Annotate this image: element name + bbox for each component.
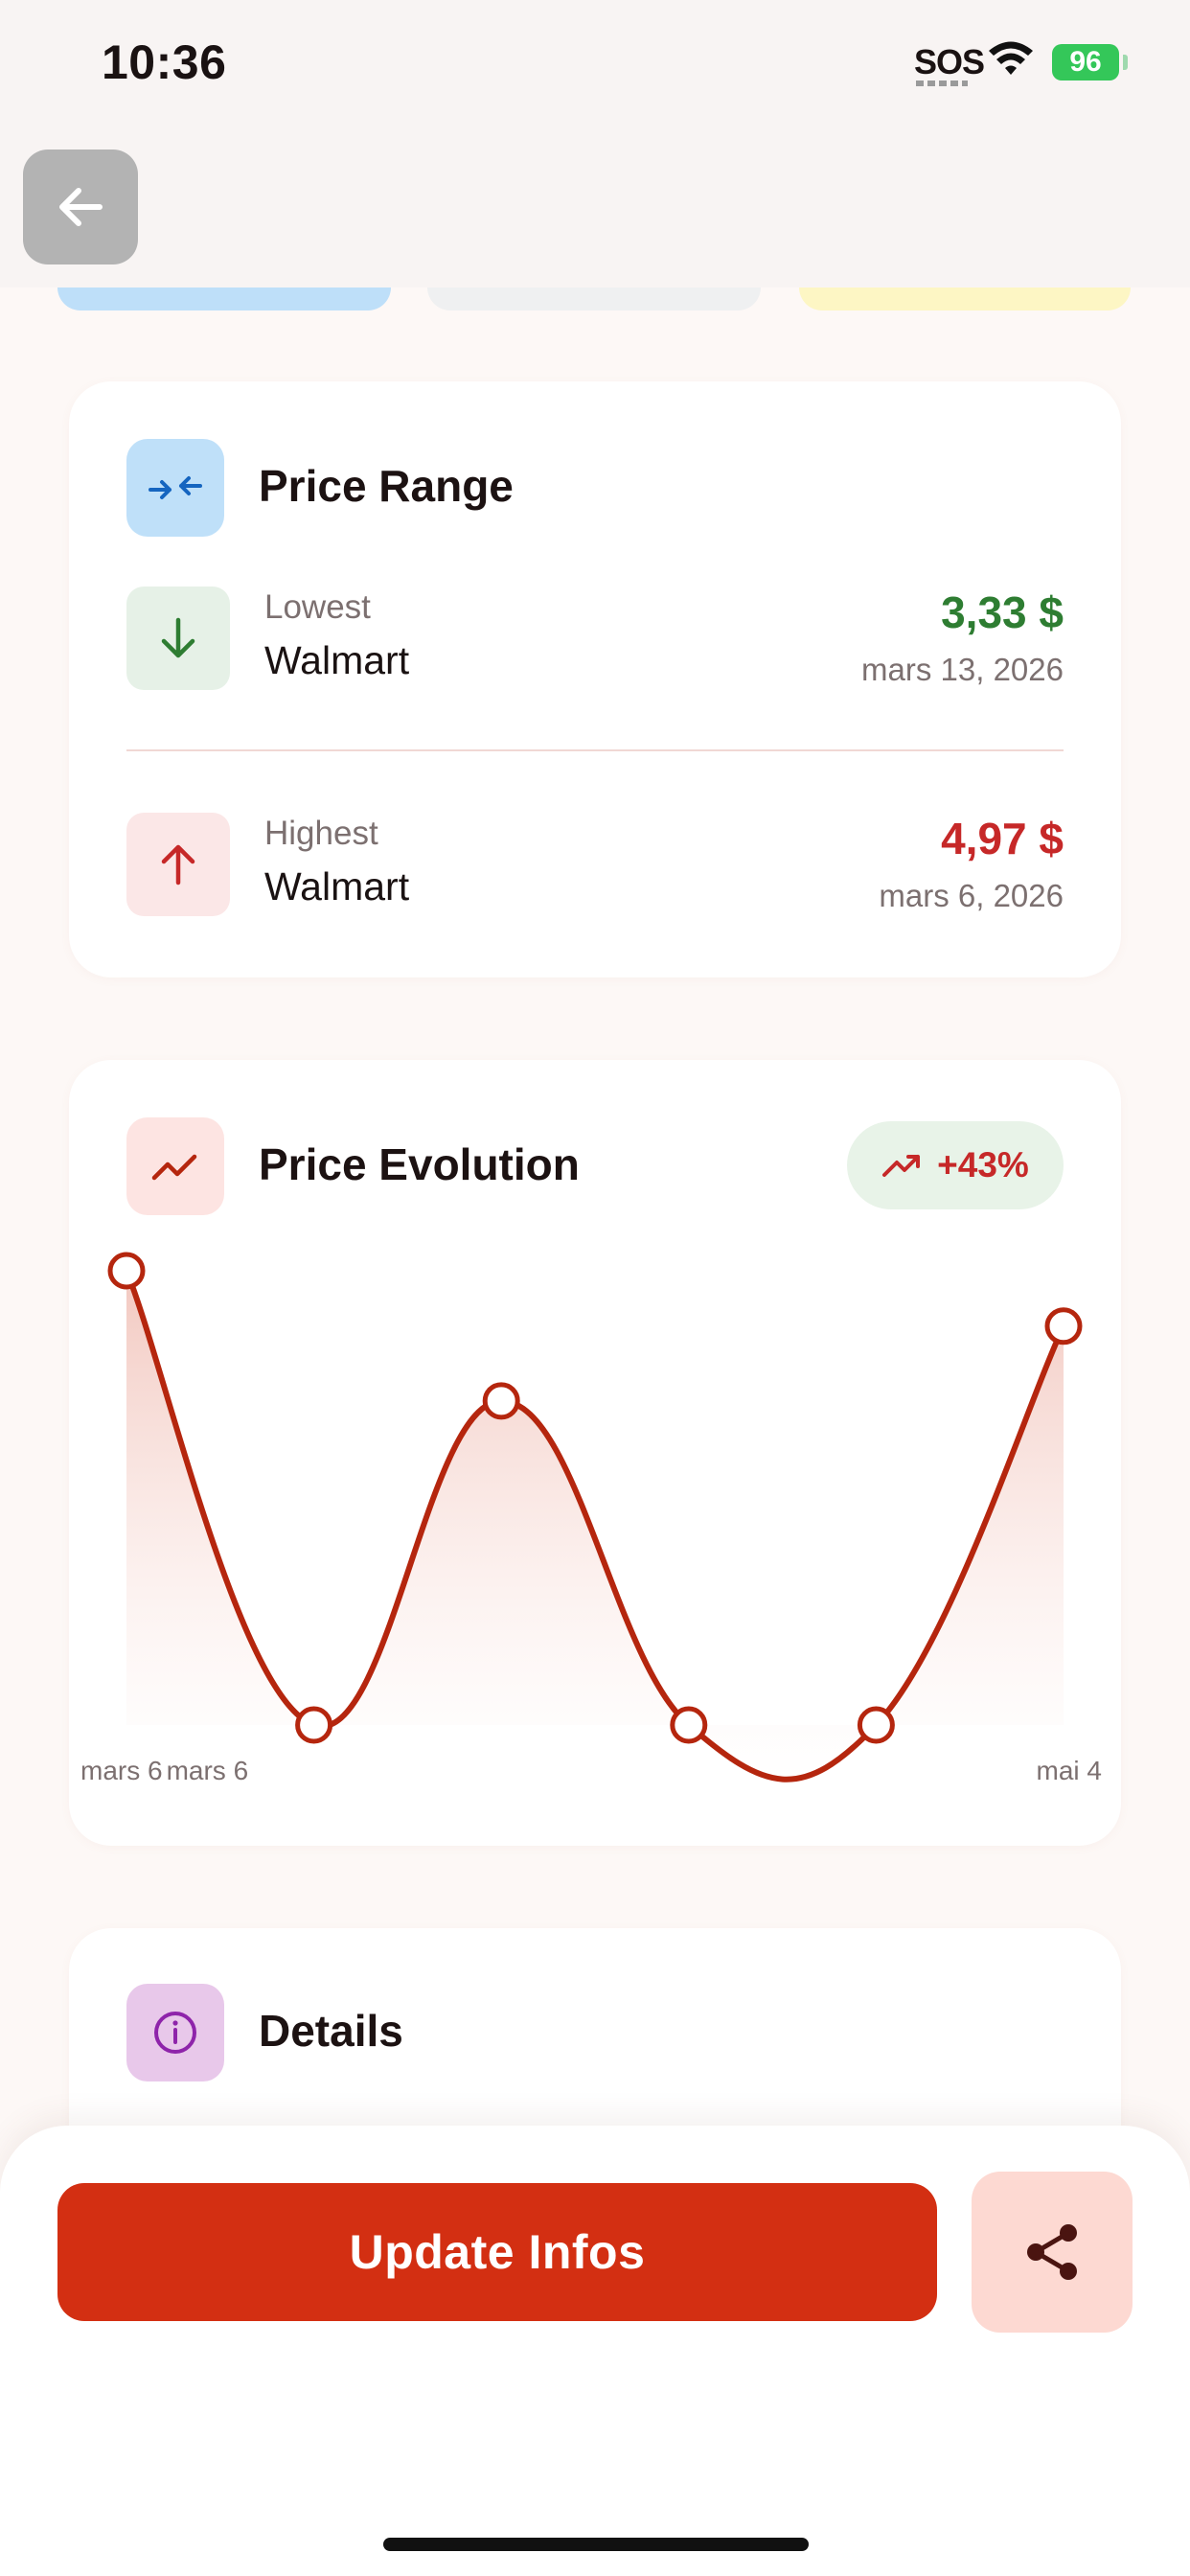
battery-tip (1123, 55, 1128, 70)
chart-point[interactable] (1044, 1307, 1083, 1346)
chart-point[interactable] (857, 1706, 895, 1744)
compress-arrows-icon (126, 439, 224, 537)
arrow-left-icon (59, 188, 103, 226)
lowest-store: Walmart (264, 638, 410, 682)
chart-point[interactable] (295, 1706, 333, 1744)
lowest-label: Lowest (264, 588, 371, 626)
highest-store: Walmart (264, 864, 410, 908)
highest-price: 4,97 $ (941, 814, 1064, 863)
filter-chips (0, 288, 1190, 310)
divider (126, 749, 1064, 751)
lowest-date: mars 13, 2026 (861, 652, 1064, 687)
status-bar: 10:36 SOS 96 (0, 0, 1190, 288)
price-chart (107, 1252, 1083, 1782)
back-button[interactable] (23, 150, 138, 264)
x-tick-label: mars 6 (166, 1756, 249, 1785)
info-icon (126, 1984, 224, 2082)
lowest-price: 3,33 $ (941, 587, 1064, 637)
home-indicator (383, 2538, 809, 2551)
highest-label: Highest (264, 815, 378, 852)
bottom-action-bar: Update Infos (0, 2126, 1190, 2576)
arrow-down-icon (126, 586, 230, 690)
highest-date: mars 6, 2026 (879, 878, 1064, 913)
chip-peek-2[interactable] (427, 288, 761, 310)
battery-level: 96 (1069, 46, 1102, 78)
chart-point[interactable] (670, 1706, 708, 1744)
arrow-up-icon (126, 813, 230, 916)
sos-indicator: SOS (914, 42, 985, 81)
details-title: Details (259, 2006, 403, 2056)
price-range-card: Price Range Lowest Walmart 3,33 $ mars 1… (69, 381, 1121, 978)
share-button[interactable] (972, 2172, 1133, 2333)
battery-icon: 96 (1052, 44, 1119, 80)
price-evolution-card: Price Evolution +43% mars 6 mars 6 mai 4 (69, 1060, 1121, 1846)
chart-point[interactable] (482, 1382, 520, 1420)
status-time: 10:36 (102, 35, 227, 89)
x-tick-label: mars 6 (80, 1756, 163, 1785)
chip-peek-1[interactable] (57, 288, 391, 310)
chip-peek-3[interactable] (799, 288, 1131, 310)
chart-point[interactable] (107, 1252, 146, 1290)
share-icon (1027, 2224, 1077, 2280)
wifi-icon (989, 41, 1033, 75)
signal-dots (916, 80, 968, 86)
price-range-title: Price Range (259, 461, 514, 511)
x-tick-label: mai 4 (1036, 1756, 1102, 1785)
chart-area (126, 1271, 1064, 1780)
update-infos-button[interactable]: Update Infos (57, 2183, 937, 2321)
